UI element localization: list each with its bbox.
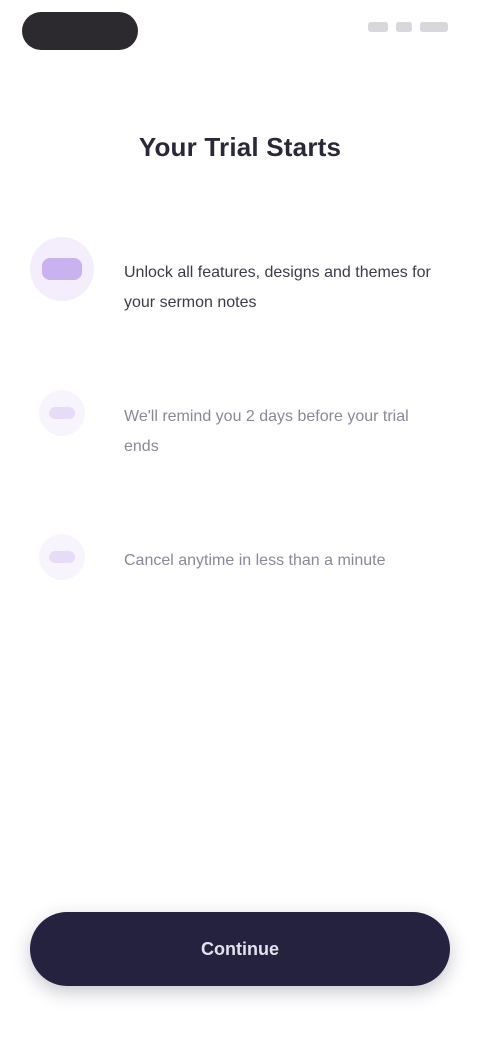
- list-item: We'll remind you 2 days before your tria…: [24, 380, 444, 462]
- sparkle-icon: [24, 236, 100, 302]
- battery-icon: [420, 22, 448, 32]
- dynamic-island: [22, 12, 138, 50]
- signal-icon: [368, 22, 388, 32]
- paywall-screen: Your Trial Starts Unlock all features, d…: [0, 0, 480, 1040]
- crown-icon: [24, 524, 100, 590]
- wifi-icon: [396, 22, 412, 32]
- status-indicators: [368, 22, 448, 32]
- list-item: Unlock all features, designs and themes …: [24, 236, 444, 318]
- step-text: Unlock all features, designs and themes …: [124, 264, 431, 311]
- list-item: Cancel anytime in less than a minute: [24, 524, 444, 590]
- trial-steps-list: Unlock all features, designs and themes …: [24, 236, 444, 652]
- step-text: We'll remind you 2 days before your tria…: [124, 408, 409, 455]
- page-title: Your Trial Starts: [138, 132, 342, 162]
- step-text: Cancel anytime in less than a minute: [124, 552, 386, 569]
- bell-icon: [24, 380, 100, 446]
- continue-button[interactable]: Continue: [30, 912, 450, 986]
